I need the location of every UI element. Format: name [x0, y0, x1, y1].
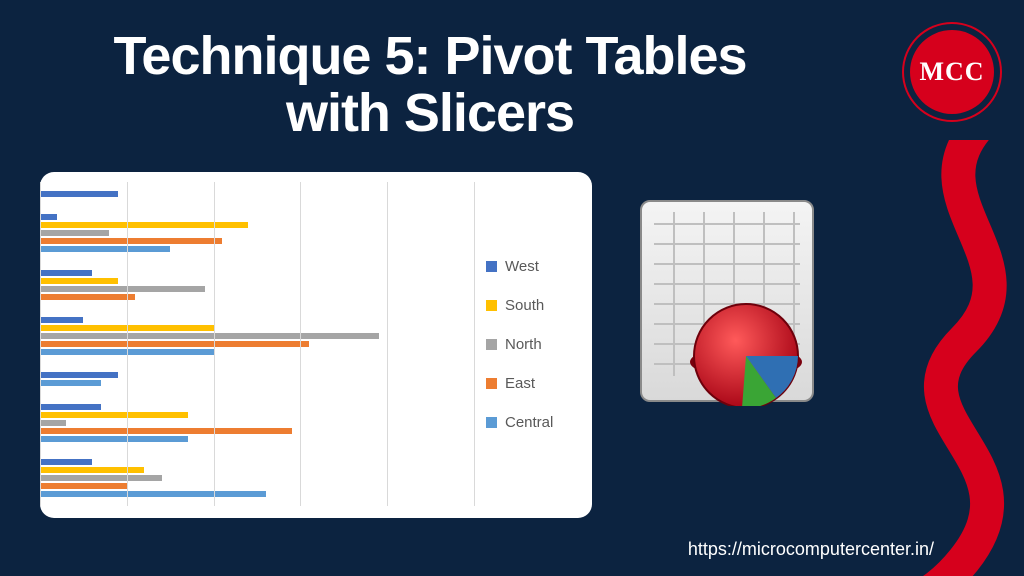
legend-item-east: East	[486, 375, 578, 392]
legend-swatch	[486, 417, 497, 428]
legend-label: Central	[505, 414, 553, 431]
bar-west	[40, 270, 92, 276]
legend-swatch	[486, 378, 497, 389]
bar-central	[40, 380, 101, 386]
bar-north	[40, 333, 379, 339]
legend-swatch	[486, 261, 497, 272]
legend-label: South	[505, 297, 544, 314]
legend-label: East	[505, 375, 535, 392]
bar-north	[40, 286, 205, 292]
bar-group	[40, 191, 474, 197]
bar-central	[40, 491, 266, 497]
bar-south	[40, 467, 144, 473]
bar-west	[40, 404, 101, 410]
decorative-squiggle	[844, 140, 1024, 576]
bar-group	[40, 404, 474, 442]
bar-east	[40, 428, 292, 434]
chart-plot-area	[40, 182, 474, 506]
bar-west	[40, 214, 57, 220]
bar-central	[40, 436, 188, 442]
chart-card: West South North East Central	[40, 172, 592, 518]
bar-west	[40, 317, 83, 323]
legend-label: North	[505, 336, 542, 353]
spreadsheet-icon	[636, 196, 818, 406]
bar-east	[40, 341, 309, 347]
bar-north	[40, 230, 109, 236]
brand-logo: MCC	[904, 24, 1000, 120]
bar-south	[40, 278, 118, 284]
bar-north	[40, 420, 66, 426]
grid-line	[40, 182, 41, 506]
bar-group	[40, 317, 474, 355]
bar-group	[40, 270, 474, 300]
bar-group	[40, 372, 474, 386]
bar-north	[40, 475, 162, 481]
page-title: Technique 5: Pivot Tables with Slicers	[60, 28, 800, 141]
legend-item-north: North	[486, 336, 578, 353]
bar-east	[40, 238, 222, 244]
bar-east	[40, 483, 127, 489]
legend-label: West	[505, 258, 539, 275]
grid-line	[127, 182, 128, 506]
bar-west	[40, 459, 92, 465]
footer-url: https://microcomputercenter.in/	[688, 539, 934, 560]
bar-east	[40, 294, 135, 300]
grid-line	[214, 182, 215, 506]
legend-item-central: Central	[486, 414, 578, 431]
bar-group	[40, 459, 474, 497]
legend-item-west: West	[486, 258, 578, 275]
bar-central	[40, 246, 170, 252]
grid-line	[300, 182, 301, 506]
chart-legend: West South North East Central	[474, 182, 578, 506]
bar-west	[40, 191, 118, 197]
grid-line	[387, 182, 388, 506]
legend-swatch	[486, 300, 497, 311]
grid-line	[474, 182, 475, 506]
bar-south	[40, 222, 248, 228]
bar-south	[40, 412, 188, 418]
bar-group	[40, 214, 474, 252]
bar-west	[40, 372, 118, 378]
legend-item-south: South	[486, 297, 578, 314]
legend-swatch	[486, 339, 497, 350]
